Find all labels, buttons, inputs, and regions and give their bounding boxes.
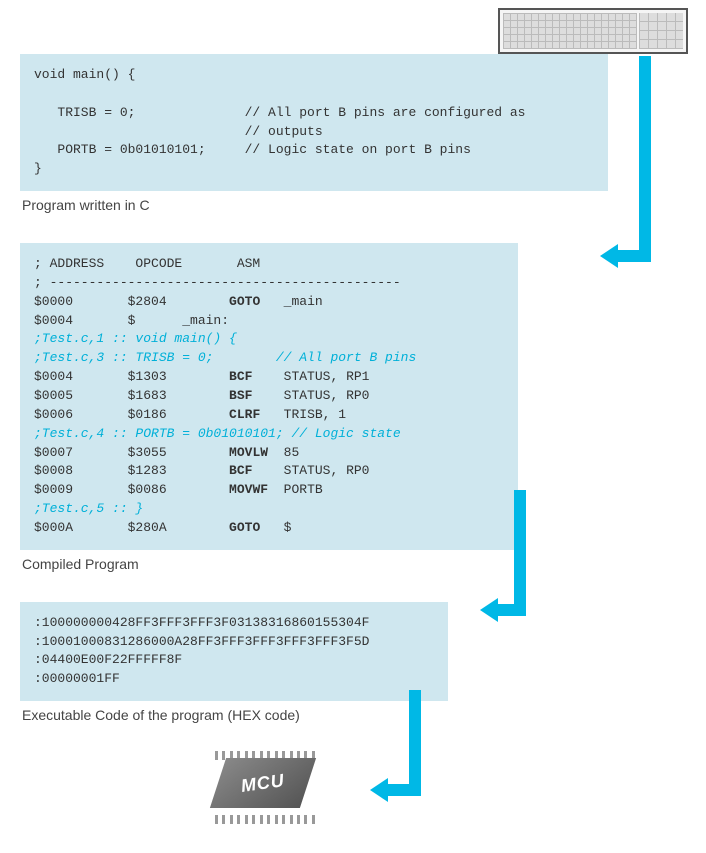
asm-listing: ; ADDRESS OPCODE ASM ; -----------------…	[20, 243, 518, 550]
compiled-caption: Compiled Program	[22, 556, 686, 572]
c-source-caption: Program written in C	[22, 197, 686, 213]
stage-hex: :100000000428FF3FFF3FFF3F031383168601553…	[20, 602, 686, 723]
c-source-code: void main() { TRISB = 0; // All port B p…	[20, 54, 608, 191]
mcu-chip-icon: MCU	[210, 753, 320, 823]
mcu-label: MCU	[240, 770, 286, 797]
hex-code: :100000000428FF3FFF3FFF3F031383168601553…	[20, 602, 448, 701]
hex-caption: Executable Code of the program (HEX code…	[22, 707, 686, 723]
stage-c-source: void main() { TRISB = 0; // All port B p…	[20, 54, 686, 213]
keyboard-icon	[498, 8, 688, 54]
stage-compiled: ; ADDRESS OPCODE ASM ; -----------------…	[20, 243, 686, 572]
